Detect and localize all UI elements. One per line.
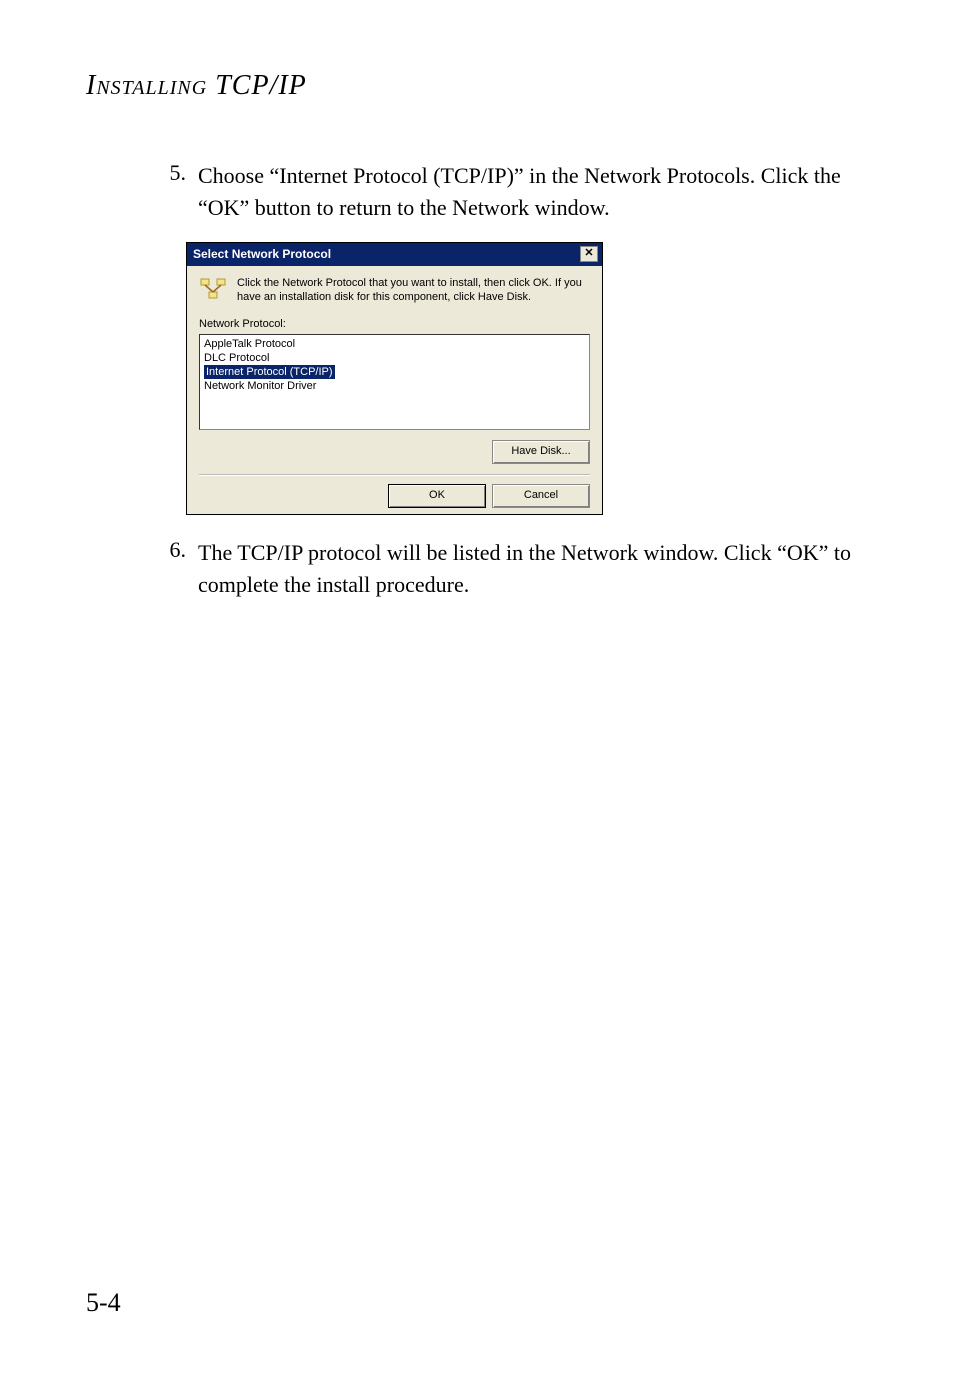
selected-text: Internet Protocol (TCP/IP) [204,365,335,379]
list-item[interactable]: DLC Protocol [202,351,587,365]
page-title: Installing TCP/IP [86,70,307,102]
list-item[interactable]: AppleTalk Protocol [202,337,587,351]
step-number: 6. [140,537,198,601]
select-network-protocol-dialog: Select Network Protocol ✕ Click the Net [186,242,603,516]
network-protocol-listbox[interactable]: AppleTalk Protocol DLC Protocol Internet… [199,334,590,430]
step-number: 5. [140,160,198,224]
dialog-instruction: Click the Network Protocol that you want… [237,276,590,305]
network-icon [199,276,227,305]
dialog-titlebar: Select Network Protocol ✕ [187,243,602,266]
cancel-button[interactable]: Cancel [492,484,590,508]
step-5: 5. Choose “Internet Protocol (TCP/IP)” i… [140,160,880,224]
have-disk-button[interactable]: Have Disk... [492,440,590,464]
step-text: The TCP/IP protocol will be listed in th… [198,537,880,601]
dialog-description: Click the Network Protocol that you want… [187,266,602,311]
page: Installing TCP/IP 5. Choose “Internet Pr… [0,0,954,1388]
listbox-label: Network Protocol: [187,310,602,332]
page-number: 5-4 [86,1288,121,1318]
list-item-selected[interactable]: Internet Protocol (TCP/IP) [202,365,587,379]
step-text: Choose “Internet Protocol (TCP/IP)” in t… [198,160,880,224]
screenshot-figure: Select Network Protocol ✕ Click the Net [186,242,880,516]
have-disk-row: Have Disk... [187,436,602,470]
dialog-buttons: OK Cancel [187,480,602,514]
close-icon[interactable]: ✕ [580,246,598,262]
dialog-title: Select Network Protocol [193,247,331,261]
step-6: 6. The TCP/IP protocol will be listed in… [140,537,880,601]
list-item[interactable]: Network Monitor Driver [202,379,587,393]
separator [199,474,590,476]
ok-button[interactable]: OK [388,484,486,508]
steps-list: 5. Choose “Internet Protocol (TCP/IP)” i… [140,160,880,619]
